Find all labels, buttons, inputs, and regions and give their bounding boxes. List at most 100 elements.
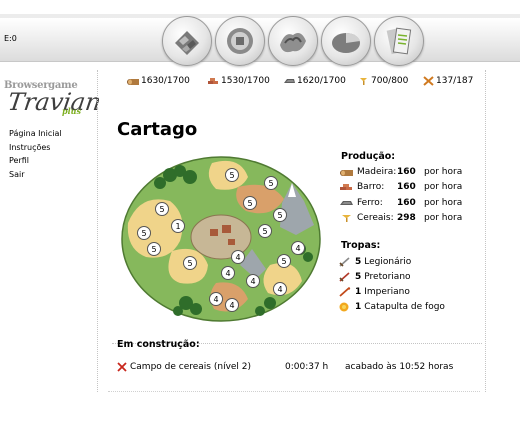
- resource-crop: 700/800: [357, 76, 422, 86]
- troop-count: 5: [355, 271, 362, 282]
- troop-row[interactable]: 1 Imperiano: [337, 284, 487, 299]
- svg-text:5: 5: [151, 245, 156, 254]
- svg-text:5: 5: [268, 179, 273, 188]
- svg-text:4: 4: [229, 301, 234, 310]
- field-level-badge[interactable]: 5: [155, 202, 169, 216]
- svg-text:5: 5: [159, 205, 164, 214]
- fire-catapult-icon: [339, 302, 349, 311]
- troop-row[interactable]: 5 Pretoriano: [337, 269, 487, 284]
- field-level-badge[interactable]: 4: [221, 266, 235, 280]
- nav-map-button[interactable]: [268, 16, 318, 66]
- consumption-icon: [423, 76, 434, 86]
- production-value: 160: [397, 182, 416, 193]
- troops-table: 5 Legionário 5 Pretoriano 1 Imperiano 1 …: [337, 254, 487, 314]
- village-center-icon: [227, 28, 253, 54]
- production-name: Cereais:: [357, 213, 394, 224]
- troop-count: 1: [355, 286, 362, 297]
- production-unit: por hora: [424, 166, 463, 177]
- field-level-badge[interactable]: 4: [225, 298, 239, 312]
- troop-row[interactable]: 1 Catapulta de fogo: [337, 299, 487, 314]
- production-unit: por hora: [424, 213, 463, 224]
- side-menu: Página Inicial Instruções Perfil Sair: [9, 127, 89, 181]
- troop-name: Catapulta de fogo: [364, 301, 445, 312]
- production-unit: por hora: [424, 182, 463, 193]
- svg-text:4: 4: [235, 253, 240, 262]
- footer-divider: [108, 391, 480, 392]
- resource-consumption: 137/187: [422, 76, 473, 86]
- svg-text:4: 4: [250, 277, 255, 286]
- troop-count: 1: [355, 301, 362, 312]
- production-value: 160: [397, 166, 416, 177]
- field-level-badge[interactable]: 4: [209, 292, 223, 306]
- resource-wood-value: 1630/1700: [141, 76, 190, 86]
- resource-clay: 1530/1700: [207, 76, 283, 86]
- field-level-badge[interactable]: 5: [264, 176, 278, 190]
- resource-iron: 1620/1700: [283, 76, 357, 86]
- clay-icon: [208, 78, 218, 84]
- construction-title: Em construção:: [117, 339, 200, 350]
- field-level-badge[interactable]: 5: [277, 254, 291, 268]
- nav-village-center-button[interactable]: [215, 16, 265, 66]
- production-table: Madeira: 160 por hora Barro: 160 por hor…: [339, 164, 489, 226]
- field-level-badge[interactable]: 1: [171, 219, 185, 233]
- travian-logo[interactable]: Browsergame Travian plus: [4, 80, 103, 120]
- nav-reports-button[interactable]: [374, 16, 424, 66]
- production-unit: por hora: [424, 197, 463, 208]
- troop-name: Imperiano: [364, 286, 410, 297]
- production-value: 298: [397, 213, 416, 224]
- resource-consumption-value: 137/187: [436, 76, 474, 86]
- top-navigation-bar: E:0: [0, 0, 520, 66]
- village-resource-map[interactable]: 5 5 5 5 1 5 5 5 5 5 4 5 4 4 4 4 4 4: [120, 153, 322, 323]
- field-level-badge[interactable]: 5: [243, 196, 257, 210]
- crop-icon: [342, 215, 351, 223]
- production-title: Produção:: [341, 151, 396, 162]
- svg-text:5: 5: [141, 229, 146, 238]
- troop-name: Legionário: [364, 256, 412, 267]
- menu-item-logout[interactable]: Sair: [9, 168, 89, 182]
- svg-text:4: 4: [225, 269, 230, 278]
- production-row-crop: Cereais: 298 por hora: [339, 211, 489, 227]
- menu-item-profile[interactable]: Perfil: [9, 154, 89, 168]
- nav-statistics-button[interactable]: [321, 16, 371, 66]
- menu-item-home[interactable]: Página Inicial: [9, 127, 89, 141]
- logo-line-3: plus: [62, 106, 81, 116]
- right-divider: [485, 70, 486, 392]
- field-level-badge[interactable]: 4: [273, 282, 287, 296]
- village-overview-icon: [175, 31, 199, 55]
- field-level-badge[interactable]: 5: [273, 208, 287, 222]
- resource-crop-value: 700/800: [371, 76, 409, 86]
- construction-item: Campo de cereais (nível 2): [130, 361, 252, 372]
- village-name: Cartago: [117, 119, 198, 140]
- iron-icon: [340, 200, 353, 205]
- field-level-badge[interactable]: 4: [291, 241, 305, 255]
- field-level-badge[interactable]: 5: [183, 256, 197, 270]
- field-level-badge[interactable]: 4: [246, 274, 260, 288]
- crop-icon: [360, 78, 367, 85]
- construction-row: Campo de cereais (nível 2) 0:00:37 h aca…: [117, 359, 477, 375]
- field-level-badge[interactable]: 5: [147, 242, 161, 256]
- troop-count: 5: [355, 256, 362, 267]
- wood-icon: [340, 169, 353, 176]
- field-level-badge[interactable]: 5: [225, 168, 239, 182]
- production-row-iron: Ferro: 160 por hora: [339, 195, 489, 211]
- resource-bar: 1630/1700 1530/1700 1620/1700 700/800 13…: [127, 74, 473, 88]
- troop-row[interactable]: 5 Legionário: [337, 254, 487, 269]
- menu-item-instructions[interactable]: Instruções: [9, 141, 89, 155]
- construction-time: 0:00:37 h: [285, 361, 329, 372]
- production-name: Ferro:: [357, 197, 383, 208]
- nav-village-overview-button[interactable]: [162, 16, 212, 66]
- field-level-badge[interactable]: 5: [258, 224, 272, 238]
- field-level-badge[interactable]: 5: [137, 226, 151, 240]
- svg-text:5: 5: [247, 199, 252, 208]
- svg-text:5: 5: [229, 171, 234, 180]
- statistics-icon: [332, 32, 360, 53]
- field-level-badge[interactable]: 4: [231, 250, 245, 264]
- reports-icon: [386, 27, 412, 55]
- cancel-construction-icon[interactable]: [117, 362, 127, 372]
- imperian-icon: [339, 286, 351, 297]
- construction-finish: acabado às 10:52 horas: [345, 361, 454, 372]
- svg-text:5: 5: [281, 257, 286, 266]
- server-label: E:0: [4, 34, 17, 43]
- resource-wood: 1630/1700: [127, 76, 207, 86]
- clay-icon: [340, 184, 352, 191]
